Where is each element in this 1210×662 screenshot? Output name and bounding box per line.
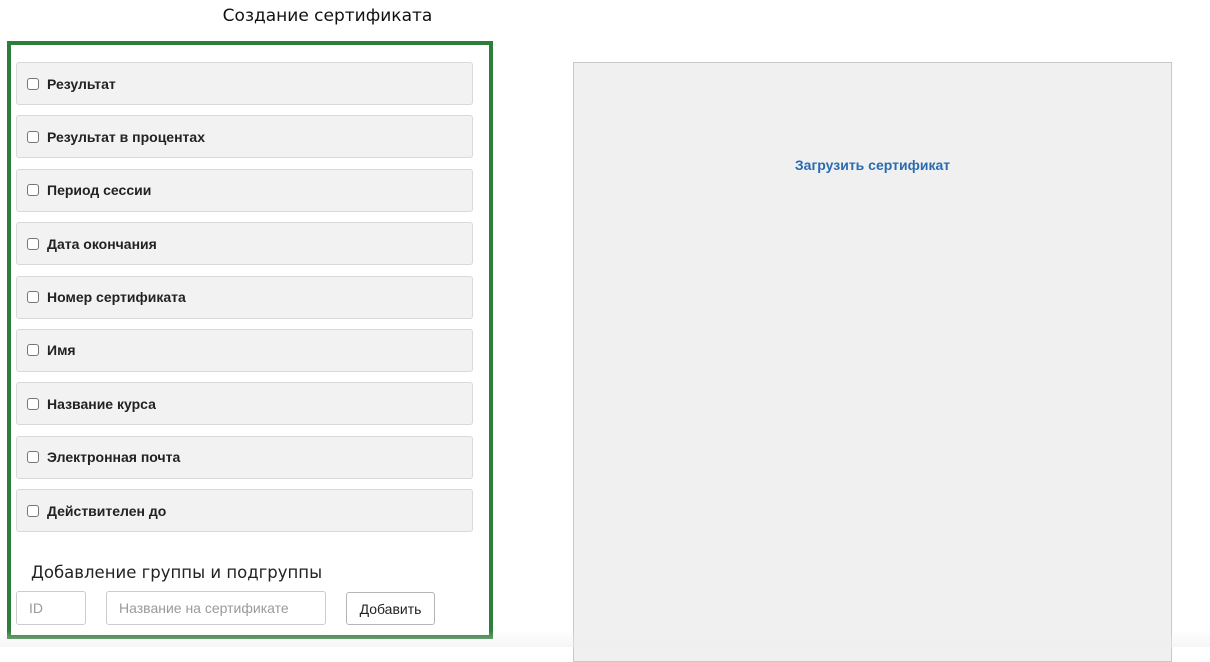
certificate-name-input[interactable] <box>106 591 326 625</box>
field-row-result-percent[interactable]: Результат в процентах <box>16 115 473 159</box>
field-label: Результат в процентах <box>47 128 205 145</box>
field-label: Результат <box>47 75 116 92</box>
upload-certificate-link[interactable]: Загрузить сертификат <box>574 157 1171 173</box>
result-percent-checkbox[interactable] <box>27 130 39 143</box>
page-title: Создание сертификата <box>222 6 433 26</box>
field-label: Период сессии <box>47 182 152 199</box>
field-row-course-name[interactable]: Название курса <box>16 382 473 426</box>
field-label: Имя <box>47 342 76 359</box>
field-label: Электронная почта <box>47 449 181 466</box>
session-period-checkbox[interactable] <box>27 184 39 197</box>
field-row-name[interactable]: Имя <box>16 328 473 372</box>
field-row-end-date[interactable]: Дата окончания <box>16 222 473 266</box>
field-row-result[interactable]: Результат <box>16 62 473 105</box>
field-label: Название курса <box>47 395 156 412</box>
field-label: Дата окончания <box>47 235 157 252</box>
field-row-valid-until[interactable]: Действителен до <box>16 489 473 533</box>
group-id-input[interactable] <box>16 591 86 625</box>
group-section-title: Добавление группы и подгруппы <box>31 563 323 582</box>
end-date-checkbox[interactable] <box>27 237 39 250</box>
certificate-number-checkbox[interactable] <box>27 291 39 304</box>
field-label: Номер сертификата <box>47 289 186 306</box>
email-checkbox[interactable] <box>27 451 39 464</box>
field-label: Действителен до <box>47 502 167 519</box>
field-list: Результат Результат в процентах Период с… <box>16 62 473 543</box>
valid-until-checkbox[interactable] <box>27 504 39 517</box>
field-row-email[interactable]: Электронная почта <box>16 435 473 479</box>
add-group-button[interactable]: Добавить <box>346 592 435 625</box>
field-row-session-period[interactable]: Период сессии <box>16 168 473 212</box>
certificate-fields-panel: Результат Результат в процентах Период с… <box>7 41 493 639</box>
field-row-certificate-number[interactable]: Номер сертификата <box>16 275 473 319</box>
course-name-checkbox[interactable] <box>27 397 39 410</box>
result-checkbox[interactable] <box>27 77 39 90</box>
certificate-upload-panel: Загрузить сертификат <box>573 62 1172 662</box>
name-checkbox[interactable] <box>27 344 39 357</box>
